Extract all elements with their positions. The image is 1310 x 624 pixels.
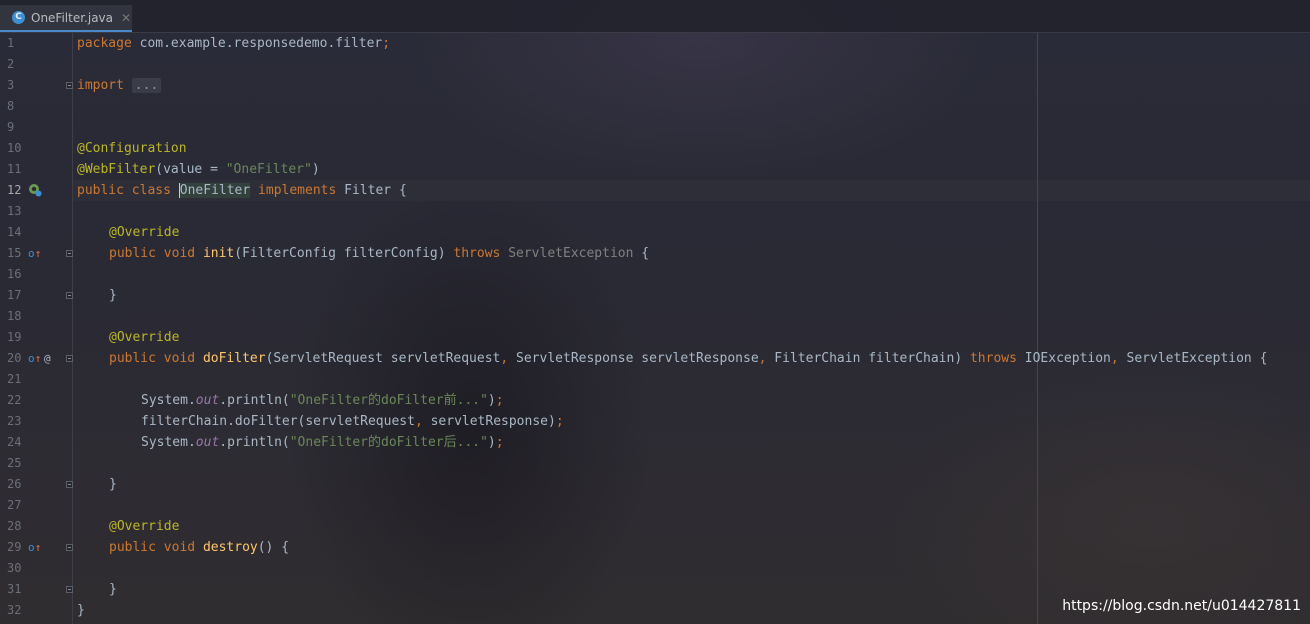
spring-bean-icon[interactable] <box>28 183 42 197</box>
line-number: 32 <box>7 603 22 617</box>
line-number-gutter: 1 2 3 8 9 10 11 12 13 14 15 16 17 18 19 … <box>0 33 73 624</box>
line-number: 15 <box>7 246 22 260</box>
line-number: 19 <box>7 330 22 344</box>
code-line: } <box>77 603 85 618</box>
fold-toggle-icon[interactable] <box>66 250 73 257</box>
code-line: public void destroy() { <box>109 540 290 555</box>
watermark-url: https://blog.csdn.net/u014427811 <box>1062 598 1301 614</box>
close-icon[interactable]: ✕ <box>121 11 131 25</box>
code-line: @Override <box>109 330 180 345</box>
folded-imports[interactable]: ... <box>131 78 162 93</box>
line-number: 1 <box>7 36 15 50</box>
fold-toggle-icon[interactable] <box>66 292 73 299</box>
code-line: @WebFilter(value = "OneFilter") <box>77 162 320 177</box>
line-number: 2 <box>7 57 15 71</box>
tab-label: OneFilter.java <box>31 10 114 25</box>
line-number: 25 <box>7 456 22 470</box>
code-line: import ... <box>77 75 162 96</box>
fold-toggle-icon[interactable] <box>66 355 73 362</box>
code-line: @Configuration <box>77 141 187 156</box>
line-number: 8 <box>7 99 15 113</box>
annotation-at-icon[interactable]: @ <box>44 348 51 369</box>
line-number: 29 <box>7 540 22 554</box>
line-number: 28 <box>7 519 22 533</box>
line-number: 24 <box>7 435 22 449</box>
code-line: System.out.println("OneFilter的doFilter后.… <box>141 435 504 450</box>
code-line: @Override <box>109 519 180 534</box>
code-line: @Override <box>109 225 180 240</box>
tab-onefilter-java[interactable]: C OneFilter.java ✕ <box>0 5 132 32</box>
editor-tab-bar: C OneFilter.java ✕ <box>0 0 1310 33</box>
fold-toggle-icon[interactable] <box>66 481 73 488</box>
line-number: 31 <box>7 582 22 596</box>
fold-toggle-icon[interactable] <box>66 544 73 551</box>
code-line: } <box>109 477 117 492</box>
code-line: System.out.println("OneFilter的doFilter前.… <box>141 393 504 408</box>
line-number: 13 <box>7 204 22 218</box>
implements-method-icon[interactable]: o↑ <box>28 348 41 369</box>
code-line-current: public class OneFilter implements Filter… <box>77 183 407 198</box>
line-number: 18 <box>7 309 22 323</box>
code-line: package com.example.responsedemo.filter; <box>77 36 391 51</box>
line-number: 16 <box>7 267 22 281</box>
line-number: 9 <box>7 120 15 134</box>
line-number: 17 <box>7 288 22 302</box>
line-number: 14 <box>7 225 22 239</box>
java-class-icon: C <box>12 11 25 24</box>
line-number: 10 <box>7 141 22 155</box>
line-number: 11 <box>7 162 22 176</box>
code-line: public void doFilter(ServletRequest serv… <box>109 351 1268 366</box>
line-number: 30 <box>7 561 22 575</box>
line-number: 23 <box>7 414 22 428</box>
code-line: } <box>109 582 117 597</box>
code-line: public void init(FilterConfig filterConf… <box>109 246 650 261</box>
line-number: 20 <box>7 351 22 365</box>
line-number: 22 <box>7 393 22 407</box>
implements-method-icon[interactable]: o↑ <box>28 537 41 558</box>
fold-toggle-icon[interactable] <box>66 586 73 593</box>
fold-toggle-icon[interactable] <box>66 82 73 89</box>
implements-method-icon[interactable]: o↑ <box>28 243 41 264</box>
line-number-current: 12 <box>7 183 22 197</box>
code-line: } <box>109 288 117 303</box>
line-number: 27 <box>7 498 22 512</box>
line-number: 3 <box>7 78 15 92</box>
line-number: 21 <box>7 372 22 386</box>
code-line: filterChain.doFilter(servletRequest, ser… <box>141 414 564 429</box>
editor-background <box>0 0 1310 624</box>
line-number: 26 <box>7 477 22 491</box>
right-margin-guide <box>1037 33 1038 624</box>
